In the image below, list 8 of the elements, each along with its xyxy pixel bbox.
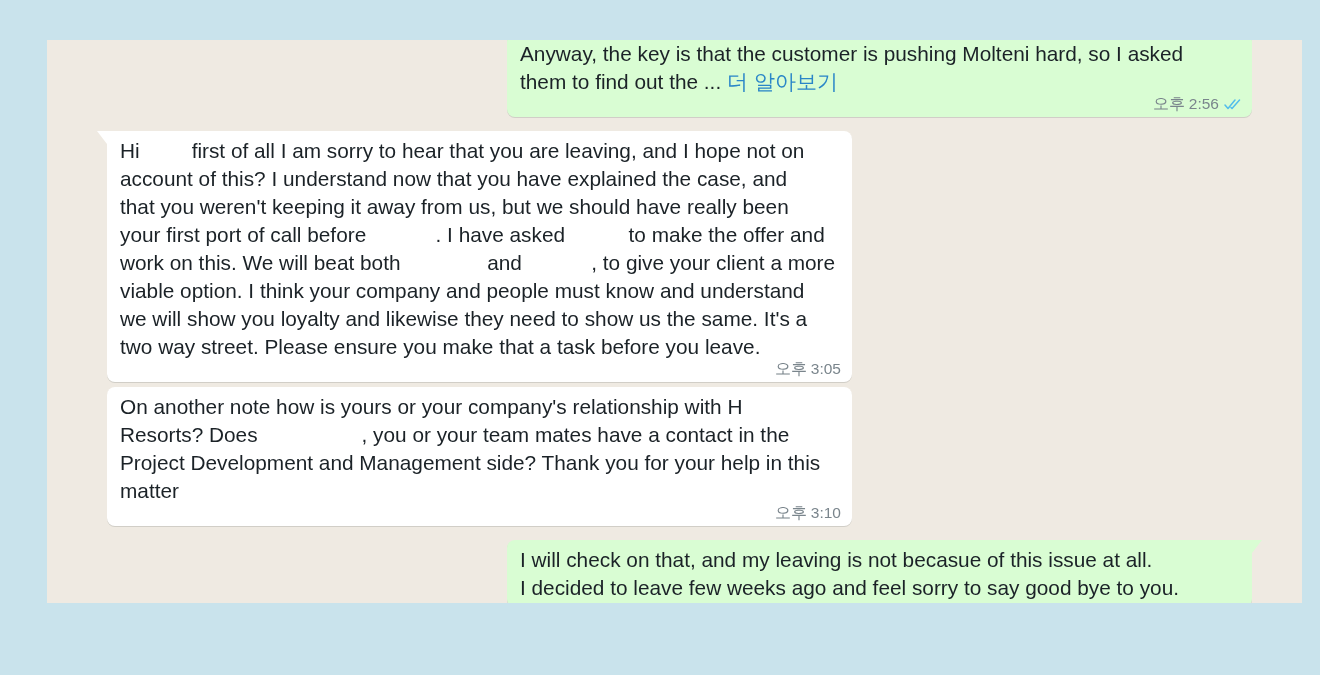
message-text: Hi first of all I am sorry to hear that you are leaving, and I hope not on account of this? I understand now that you have explained the case, and that you weren't keeping it away from us, but we should have really been your first port of call before . I have asked to make the offer and work on this. We will beat both and , to give your client a more viable option. I think your company and people must know and understand we will show you loyalty and likewise they need to show us the same. It's a two way street. Please ensure you make that a task before you leave. [120,138,836,360]
message-text: I will check on that, and my leaving is not becasue of this issue at all. I decided to leave few weeks ago and feel sorry to say good bye to you. [520,547,1179,601]
message-time: 오후 3:10 [774,505,841,521]
read-more-link[interactable]: 더 알아보기 [727,70,839,93]
message-time: 오후 3:05 [774,361,841,377]
message-time: 오후 2:56 [1152,96,1219,112]
message-text: On another note how is yours or your company's relationship with H Resorts? Does , you or your team mates have a contact in the Project Development and Management side? Thank you for your help in this matter [120,394,821,504]
message-text: Anyway, the key is that the customer is pushing Molteni hard, so I asked them to find out the ... 더 알아보기 [520,41,1184,95]
